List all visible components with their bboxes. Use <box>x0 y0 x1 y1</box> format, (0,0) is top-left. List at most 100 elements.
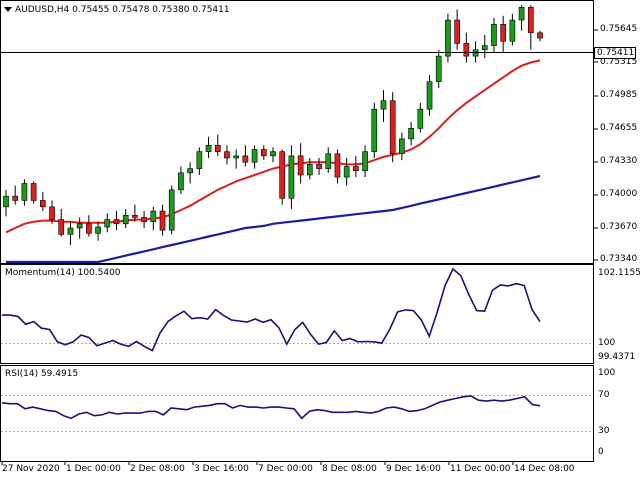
bull-candle <box>445 19 451 57</box>
bull-candle <box>343 166 350 178</box>
price-tick-label: 0.74330 <box>600 156 638 166</box>
bear-candle <box>12 195 19 201</box>
bull-candle <box>426 81 433 110</box>
bull-candle <box>491 23 497 46</box>
bull-candle <box>3 195 9 208</box>
rsi-series <box>1 395 541 420</box>
symbol-label: AUDUSD,H4 <box>15 5 70 15</box>
bear-candle <box>39 200 46 208</box>
bear-candle <box>463 43 470 57</box>
price-tick-label: 0.74985 <box>600 90 638 100</box>
price-tick-label: 0.75645 <box>600 24 638 34</box>
bull-candle <box>233 155 240 159</box>
bull-candle <box>399 138 405 155</box>
sma-fast-line <box>5 59 541 234</box>
bull-candle <box>67 227 74 235</box>
bull-candle <box>21 183 28 201</box>
bull-candle <box>104 219 111 228</box>
chart-canvas[interactable] <box>0 0 640 480</box>
bull-candle <box>306 164 313 176</box>
bear-candle <box>537 32 543 39</box>
bear-candle <box>113 219 120 225</box>
momentum-series <box>2 267 541 352</box>
momentum-axis-label: 99.4371 <box>598 352 636 362</box>
bull-candle <box>518 7 525 21</box>
price-tick-label: 0.74655 <box>600 123 638 133</box>
bull-candle <box>481 45 488 51</box>
bull-candle <box>168 189 175 231</box>
price-tick-label: 0.73670 <box>600 222 638 232</box>
bear-candle <box>58 219 65 235</box>
sma-slow-series <box>6 174 541 264</box>
bear-candle <box>30 183 37 201</box>
bull-candle <box>509 19 516 42</box>
bear-candle <box>242 155 249 163</box>
bull-candle <box>325 153 332 169</box>
time-tick-label: 8 Dec 08:00 <box>322 464 377 474</box>
momentum-title: Momentum(14) 100.5400 <box>5 268 121 278</box>
bear-candle <box>86 223 92 234</box>
price-axis-ticks <box>594 29 598 261</box>
rsi-axis-label: 0 <box>598 447 604 457</box>
bear-candle <box>316 164 322 169</box>
sma-slow-line <box>6 174 541 264</box>
bull-candle <box>150 210 157 222</box>
bear-candle <box>279 151 286 199</box>
bull-candle <box>178 172 184 191</box>
bear-candle <box>389 100 396 155</box>
bear-candle <box>297 155 304 176</box>
bear-candle <box>49 206 55 220</box>
dropdown-triangle-icon[interactable] <box>4 7 12 12</box>
time-tick-label: 3 Dec 16:00 <box>194 464 249 474</box>
time-tick-label: 11 Dec 00:00 <box>450 464 511 474</box>
bear-candle <box>159 210 166 231</box>
bear-candle <box>214 144 221 152</box>
bear-candle <box>224 151 230 159</box>
bear-candle <box>527 7 534 34</box>
time-tick-label: 14 Dec 08:00 <box>514 464 575 474</box>
rsi-line <box>1 395 541 420</box>
time-tick-label: 7 Dec 00:00 <box>258 464 313 474</box>
price-tick-label: 0.73340 <box>600 254 638 264</box>
chart-header: AUDUSD,H4 0.75455 0.75478 0.75380 0.7541… <box>4 5 230 16</box>
bear-candle <box>260 149 267 157</box>
bull-candle <box>251 149 258 163</box>
price-tick-label: 0.74000 <box>600 189 638 199</box>
bear-candle <box>132 215 138 218</box>
bull-candle <box>196 151 203 169</box>
bull-candle <box>380 100 387 110</box>
bull-candle <box>371 108 378 152</box>
current-price-marker: 0.75411 <box>594 47 636 59</box>
ohlc-label: 0.75455 0.75478 0.75380 0.75411 <box>72 5 230 15</box>
rsi-axis-label: 30 <box>598 426 610 436</box>
time-tick-label: 9 Dec 16:00 <box>386 464 441 474</box>
bull-candle <box>408 127 414 140</box>
bear-candle <box>500 23 507 42</box>
momentum-pane-border <box>0 264 594 364</box>
bull-candle <box>76 223 83 229</box>
bull-candle <box>122 215 129 225</box>
momentum-axis-label: 100 <box>598 338 616 348</box>
bull-candle <box>435 55 442 82</box>
sma-fast-series <box>5 59 541 234</box>
bull-candle <box>205 144 212 152</box>
bull-candle <box>270 151 276 157</box>
bear-candle <box>454 19 460 44</box>
bull-candle <box>95 226 101 234</box>
momentum-line <box>2 267 541 352</box>
bear-candle <box>141 217 147 222</box>
rsi-axis-label: 100 <box>598 368 616 378</box>
rsi-axis-label: 70 <box>598 390 610 400</box>
bull-candle <box>187 168 193 174</box>
time-tick-label: 27 Nov 2020 <box>2 464 60 474</box>
candles-series <box>3 5 543 246</box>
bear-candle <box>353 166 359 172</box>
bull-candle <box>288 155 295 199</box>
bull-candle <box>417 108 424 129</box>
time-tick-label: 2 Dec 08:00 <box>130 464 185 474</box>
bear-candle <box>334 153 341 178</box>
time-tick-label: 1 Dec 00:00 <box>66 464 121 474</box>
momentum-axis-label: 102.1155 <box>598 268 640 278</box>
bull-candle <box>362 151 368 172</box>
rsi-title: RSI(14) 59.4915 <box>5 369 79 379</box>
